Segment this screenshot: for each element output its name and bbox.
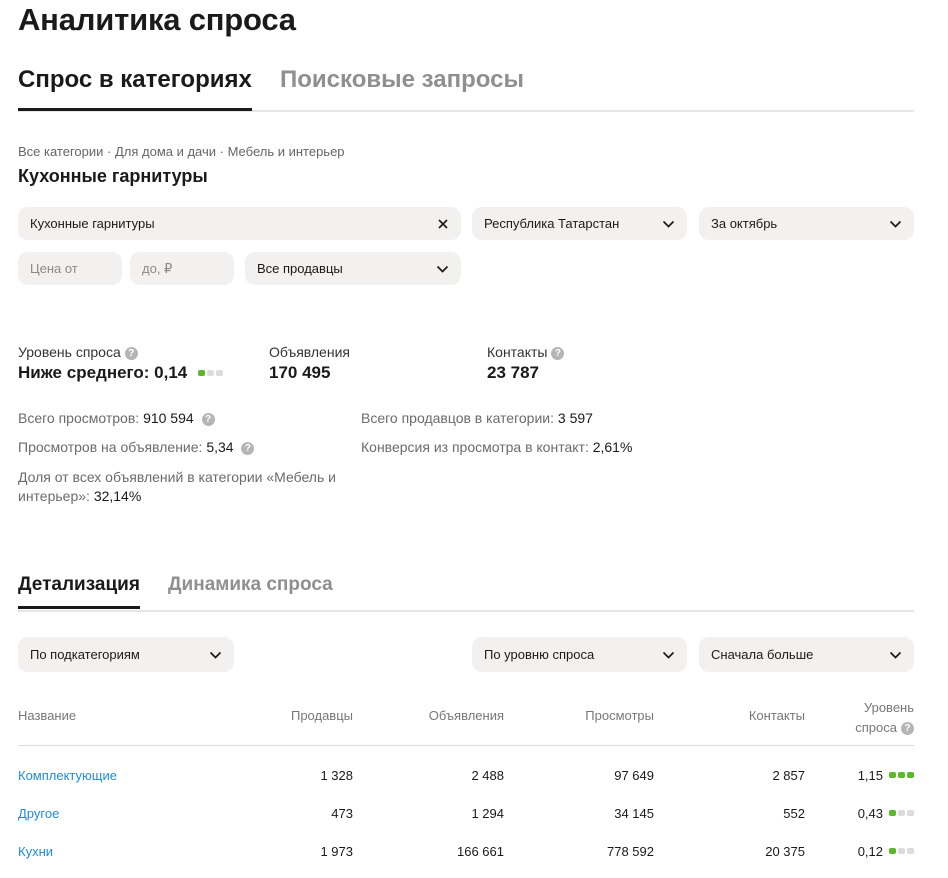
demand-meter (889, 848, 914, 854)
row-views: 778 592 (607, 844, 654, 859)
tab-details[interactable]: Детализация (18, 574, 140, 609)
price-from-input[interactable]: Цена от (18, 252, 122, 285)
row-name-link[interactable]: Кухни (18, 844, 53, 859)
question-icon[interactable]: ? (551, 347, 565, 360)
grouping-select[interactable]: По подкатегориям (18, 637, 234, 672)
breadcrumb[interactable]: Все категории · Для дома и дачи · Мебель… (18, 144, 345, 159)
row-demand: 0,12 (804, 844, 914, 859)
row-name-link[interactable]: Комплектующие (18, 768, 117, 783)
row-contacts: 552 (783, 806, 805, 821)
demand-level-label: Уровень спроса? (18, 344, 223, 360)
contacts-block: Контакты? 23 787 (487, 344, 565, 383)
demand-meter (197, 370, 223, 376)
sellers-select-value: Все продавцы (257, 261, 343, 276)
sort-by-select[interactable]: По уровню спроса (472, 637, 687, 672)
chevron-down-icon (209, 651, 222, 659)
category-select-value: Кухонные гарнитуры (30, 216, 155, 231)
total-sellers-metric: Всего продавцов в категории: 3 597 (361, 410, 593, 426)
row-listings: 1 294 (471, 806, 504, 821)
row-demand: 1,15 (804, 768, 914, 783)
listings-label: Объявления (269, 344, 350, 360)
column-header-demand[interactable]: Уровень спроса? (804, 698, 914, 738)
column-header-listings[interactable]: Объявления (384, 708, 504, 723)
demand-level-value: Ниже среднего: 0,14 (18, 363, 188, 382)
tab-demand-dynamics[interactable]: Динамика спроса (168, 574, 333, 606)
question-icon[interactable]: ? (901, 722, 914, 735)
row-demand: 0,43 (804, 806, 914, 821)
region-select-value: Республика Татарстан (484, 216, 620, 231)
row-demand-value: 1,15 (857, 768, 883, 783)
period-select-value: За октябрь (711, 216, 778, 231)
column-header-sellers[interactable]: Продавцы (233, 708, 353, 723)
chevron-down-icon (436, 265, 449, 273)
chevron-down-icon (889, 651, 902, 659)
question-icon[interactable]: ? (241, 442, 255, 455)
grouping-select-value: По подкатегориям (30, 647, 140, 662)
row-sellers: 473 (331, 806, 353, 821)
contacts-label: Контакты? (487, 344, 565, 360)
detail-tabs: Детализация Динамика спроса (18, 574, 914, 612)
row-sellers: 1 328 (320, 768, 353, 783)
table-divider (18, 745, 914, 746)
row-contacts: 20 375 (765, 844, 805, 859)
listings-value: 170 495 (269, 363, 331, 382)
demand-meter (889, 772, 914, 778)
views-per-listing-metric: Просмотров на объявление: 5,34 ? (18, 439, 255, 455)
row-views: 97 649 (614, 768, 654, 783)
conversion-metric: Конверсия из просмотра в контакт: 2,61% (361, 439, 633, 455)
row-listings: 166 661 (457, 844, 504, 859)
main-tabs: Спрос в категориях Поисковые запросы (18, 66, 914, 112)
column-header-views[interactable]: Просмотры (534, 708, 654, 723)
row-sellers: 1 973 (320, 844, 353, 859)
row-contacts: 2 857 (772, 768, 805, 783)
row-views: 34 145 (614, 806, 654, 821)
sort-order-select[interactable]: Сначала больше (699, 637, 914, 672)
row-demand-value: 0,12 (857, 844, 883, 859)
row-name-link[interactable]: Другое (18, 806, 59, 821)
sort-by-select-value: По уровню спроса (484, 647, 595, 662)
row-listings: 2 488 (471, 768, 504, 783)
contacts-value: 23 787 (487, 363, 539, 382)
price-to-placeholder: до, ₽ (142, 260, 173, 276)
price-to-input[interactable]: до, ₽ (130, 252, 234, 285)
region-select[interactable]: Республика Татарстан (472, 207, 687, 240)
demand-level-block: Уровень спроса? Ниже среднего: 0,14 (18, 344, 223, 383)
price-from-placeholder: Цена от (30, 261, 78, 276)
row-demand-value: 0,43 (857, 806, 883, 821)
question-icon[interactable]: ? (201, 413, 215, 426)
total-views-metric: Всего просмотров: 910 594 ? (18, 410, 215, 426)
category-share-metric: Доля от всех объявлений в категории «Меб… (18, 469, 336, 504)
column-header-name[interactable]: Название (18, 708, 76, 723)
demand-meter (889, 810, 914, 816)
chevron-down-icon (662, 220, 675, 228)
category-title: Кухонные гарнитуры (18, 166, 208, 186)
tab-search-queries[interactable]: Поисковые запросы (280, 66, 524, 108)
sellers-select[interactable]: Все продавцы (245, 252, 461, 285)
column-header-contacts[interactable]: Контакты (685, 708, 805, 723)
chevron-down-icon (889, 220, 902, 228)
chevron-down-icon (662, 651, 675, 659)
close-icon[interactable] (437, 218, 449, 230)
listings-block: Объявления 170 495 (269, 344, 350, 383)
question-icon[interactable]: ? (124, 347, 138, 360)
category-select[interactable]: Кухонные гарнитуры (18, 207, 461, 240)
page-title: Аналитика спроса (18, 2, 296, 37)
tab-category-demand[interactable]: Спрос в категориях (18, 66, 252, 111)
period-select[interactable]: За октябрь (699, 207, 914, 240)
sort-order-select-value: Сначала больше (711, 647, 814, 662)
